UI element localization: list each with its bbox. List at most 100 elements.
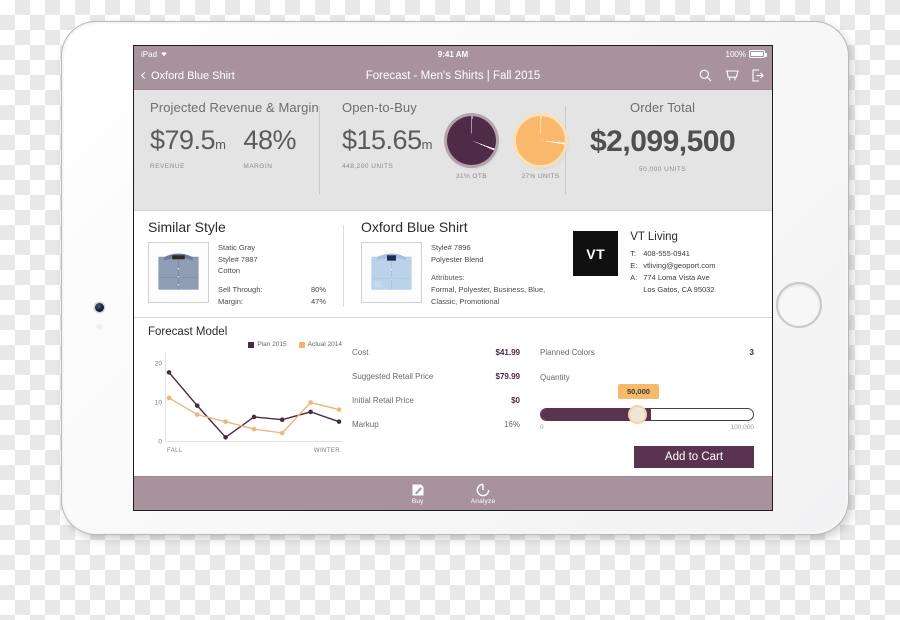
status-bar: iPad 9:41 AM 100% bbox=[134, 46, 772, 62]
tab-buy-label: Buy bbox=[411, 497, 424, 505]
similar-style-title: Similar Style bbox=[148, 219, 226, 235]
chart-data-point bbox=[251, 426, 257, 432]
metric-row-markup: Markup 16% bbox=[352, 420, 520, 429]
cost-label: Cost bbox=[352, 348, 369, 357]
metric-row-cost: Cost $41.99 bbox=[352, 348, 520, 357]
vendor-phone-key: T: bbox=[630, 249, 637, 258]
similar-style-name: Static Gray bbox=[218, 243, 256, 252]
kpi-metric-revenue: $79.5m REVENUE bbox=[150, 127, 226, 171]
similar-style-material: Cotton bbox=[218, 266, 241, 276]
cart-icon[interactable] bbox=[725, 69, 739, 82]
home-button[interactable] bbox=[776, 282, 822, 328]
chart-data-point bbox=[336, 407, 342, 412]
vendor-phone-value[interactable]: 408-555-0941 bbox=[643, 248, 690, 260]
kpi-order-total-sublabel: 50,000 UNITS bbox=[638, 166, 687, 173]
vendor-address-key-blank bbox=[630, 284, 643, 296]
add-to-cart-button[interactable]: Add to Cart bbox=[634, 446, 754, 468]
slider-knob[interactable] bbox=[628, 405, 647, 424]
search-icon[interactable] bbox=[699, 69, 712, 82]
product-section: Oxford Blue Shirt Style# 7896 Polyester … bbox=[361, 219, 545, 307]
vendor-logo: VT bbox=[573, 231, 619, 276]
kpi-otb-sublabel: 448,200 UNITS bbox=[342, 163, 394, 170]
kpi-projected-heading: Projected Revenue & Margin bbox=[150, 100, 319, 115]
planned-colors-label: Planned Colors bbox=[540, 348, 595, 357]
markup-value: 16% bbox=[503, 420, 520, 429]
legend-item-plan[interactable]: Plan 2015 bbox=[248, 341, 287, 348]
vendor-address-line-2: Los Gatos, CA 95032 bbox=[643, 285, 715, 295]
chart-series-svg bbox=[166, 370, 342, 440]
chart-data-point bbox=[166, 370, 172, 375]
quantity-slider[interactable]: 50,000 0 100,000 bbox=[540, 384, 754, 431]
planned-colors-value: 3 bbox=[749, 348, 754, 357]
similar-style-specs: Static Gray Style# 7887 Cotton Sell Thro… bbox=[218, 242, 326, 307]
vendor-contact-row: T: 408-555-0941 bbox=[630, 248, 715, 260]
blue-dress-shirt-image[interactable] bbox=[361, 242, 422, 303]
similar-style-body: Static Gray Style# 7887 Cotton Sell Thro… bbox=[148, 242, 326, 307]
chart-data-point bbox=[223, 419, 228, 424]
slider-scale: 0 100,000 bbox=[540, 424, 754, 431]
chart-legend: Plan 2015 Actual 2014 bbox=[248, 341, 342, 348]
legend-item-actual[interactable]: Actual 2014 bbox=[298, 341, 342, 348]
metric-row-suggested-retail: Suggested Retail Price $79.99 bbox=[352, 372, 520, 381]
chart-data-point bbox=[194, 412, 200, 417]
chart-ytick: 0 bbox=[158, 438, 162, 446]
kpi-projected-revenue: Projected Revenue & Margin $79.5m REVENU… bbox=[134, 100, 319, 210]
kpi-order-total: Order Total $2,099,500 50,000 UNITS bbox=[566, 100, 736, 210]
quantity-value-bubble: 50,000 bbox=[618, 384, 659, 399]
sell-through-value: 80% bbox=[310, 284, 326, 294]
chart-data-point bbox=[166, 395, 172, 401]
vendor-contact-row: Los Gatos, CA 95032 bbox=[630, 284, 715, 296]
tab-analyze[interactable]: Analyze bbox=[471, 483, 496, 505]
front-camera-icon bbox=[95, 303, 104, 312]
kpi-metric-otb: $15.65m 448,200 UNITS bbox=[342, 125, 432, 171]
units-pie-label: 27% UNITS bbox=[521, 173, 560, 180]
chart-data-point bbox=[279, 430, 285, 436]
kpi-otb-heading: Open-to-Buy bbox=[342, 100, 417, 115]
kpi-open-to-buy: Open-to-Buy $15.65m 448,200 UNITS bbox=[320, 100, 433, 210]
app-screen: iPad 9:41 AM 100% Oxford Blue Shirt Fore… bbox=[133, 45, 773, 511]
units-pie bbox=[516, 116, 565, 165]
product-specs: Style# 7896 Polyester Blend Attributes: … bbox=[431, 242, 545, 307]
battery-percent-label: 100% bbox=[725, 49, 746, 59]
chart-data-point bbox=[279, 417, 285, 423]
similar-style-section: Similar Style Static Gray Style# 7887 Co… bbox=[148, 219, 326, 307]
similar-style-stat-row: Margin: 47% bbox=[218, 296, 326, 308]
vendor-address-line-1: 774 Loma Vista Ave bbox=[643, 273, 710, 283]
page-title: Forecast - Men's Shirts | Fall 2015 bbox=[365, 69, 541, 82]
slider-track[interactable] bbox=[540, 408, 754, 421]
similar-style-stat-row: Sell Through: 80% bbox=[218, 284, 326, 296]
vendor-email-value[interactable]: vtliving@geoport.com bbox=[643, 260, 715, 272]
kpi-revenue-sublabel: REVENUE bbox=[150, 163, 185, 170]
kpi-projected-metrics: $79.5m REVENUE 48% MARGIN bbox=[150, 127, 319, 171]
tab-buy[interactable]: Buy bbox=[411, 483, 425, 505]
panel-divider-1 bbox=[343, 225, 344, 307]
product-panel: Similar Style Static Gray Style# 7887 Co… bbox=[134, 210, 772, 318]
battery-full-icon bbox=[749, 50, 767, 58]
product-attributes-label: Attributes: bbox=[431, 273, 465, 283]
chart-ytick: 20 bbox=[154, 360, 162, 368]
kpi-otb-value: $15.65m bbox=[342, 125, 432, 155]
tab-analyze-label: Analyze bbox=[470, 497, 496, 505]
kpi-metric-margin: 48% MARGIN bbox=[243, 127, 296, 171]
product-body: Style# 7896 Polyester Blend Attributes: … bbox=[361, 242, 545, 307]
legend-label-actual: Actual 2014 bbox=[307, 341, 342, 348]
margin-label: Margin: bbox=[218, 296, 244, 306]
forecast-metrics-list: Cost $41.99 Suggested Retail Price $79.9… bbox=[344, 326, 534, 470]
chart-data-point bbox=[194, 403, 200, 408]
kpi-order-total-value: $2,099,500 bbox=[590, 125, 736, 158]
legend-label-plan: Plan 2015 bbox=[257, 341, 287, 348]
logout-icon[interactable] bbox=[752, 69, 764, 82]
pencil-square-icon bbox=[411, 483, 425, 497]
product-title: Oxford Blue Shirt bbox=[361, 219, 468, 235]
kpi-metric-order-total: $2,099,500 50,000 UNITS bbox=[590, 125, 736, 174]
suggested-retail-label: Suggested Retail Price bbox=[352, 372, 434, 381]
otb-pie-label: 31% OTB bbox=[456, 173, 487, 180]
otb-pie-wrap: 31% OTB bbox=[447, 116, 496, 180]
chart-data-point bbox=[251, 414, 257, 420]
gray-dress-shirt-image[interactable] bbox=[148, 242, 209, 303]
nav-bar: Oxford Blue Shirt Forecast - Men's Shirt… bbox=[134, 62, 772, 90]
product-attributes-line-2: Classic, Promotional bbox=[431, 296, 500, 306]
product-attributes-line-1: Formal, Polyester, Business, Blue, bbox=[431, 284, 546, 294]
chart-y-axis: 0 10 20 bbox=[148, 356, 164, 445]
legend-swatch-actual bbox=[298, 341, 305, 348]
